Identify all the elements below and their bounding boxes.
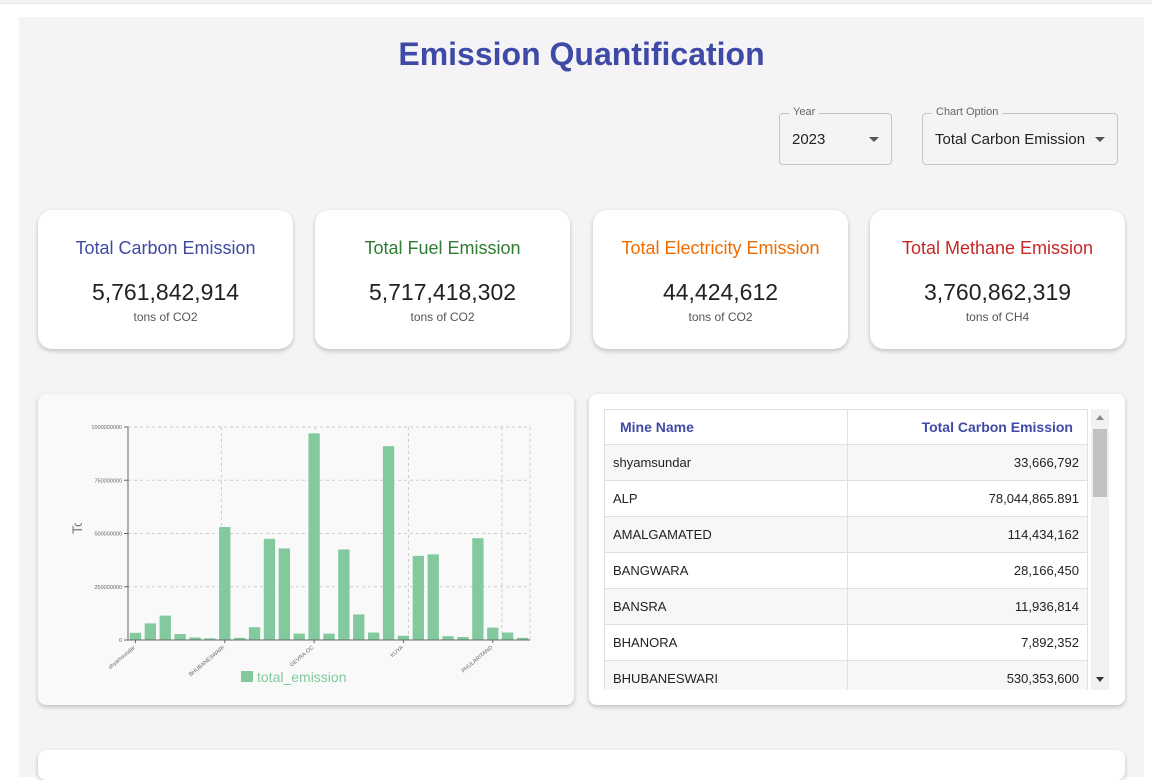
chart-bar — [159, 615, 171, 640]
bottom-card — [38, 750, 1125, 780]
y-tick-label: 750000000 — [94, 478, 122, 484]
table-card: Mine Name Total Carbon Emission shyamsun… — [589, 394, 1125, 705]
cell-mine-name: ALP — [604, 480, 848, 517]
cell-emission: 11,936,814 — [847, 588, 1088, 625]
card-total-carbon: Total Carbon Emission 5,761,842,914 tons… — [38, 210, 293, 349]
y-tick-label: 500000000 — [94, 532, 122, 538]
chevron-down-icon — [1095, 137, 1105, 142]
card-unit: tons of CO2 — [688, 310, 753, 324]
card-value: 3,760,862,319 — [923, 279, 1072, 305]
card-total-fuel: Total Fuel Emission 5,717,418,302 tons o… — [315, 210, 570, 349]
card-title: Total Carbon Emission — [75, 238, 256, 258]
cell-mine-name: BHANORA — [604, 624, 848, 661]
card-title: Total Fuel Emission — [364, 238, 521, 258]
chart-bar — [248, 627, 261, 640]
y-tick-label: 0 — [119, 638, 122, 644]
chart-option-value: Total Carbon Emission — [935, 131, 1086, 148]
year-select-label: Year — [789, 106, 820, 118]
x-tick-label: KUYA — [390, 645, 405, 659]
chart-bar — [382, 446, 395, 640]
card-unit: tons of CO2 — [410, 310, 475, 324]
cell-emission: 78,044,865.891 — [847, 480, 1088, 517]
cell-mine-name: BANGWARA — [604, 552, 848, 589]
scroll-down-arrow-icon[interactable] — [1096, 677, 1104, 682]
table-row: shyamsundar 33,666,792 — [604, 444, 1088, 481]
emission-bar-chart: 0 250000000 500000000 750000000 1000000000 sh… — [69, 410, 531, 685]
legend-swatch — [241, 671, 253, 682]
card-value: 5,761,842,914 — [91, 279, 240, 305]
cell-mine-name: AMALGAMATED — [604, 516, 848, 553]
card-total-methane: Total Methane Emission 3,760,862,319 ton… — [870, 210, 1125, 349]
card-value: 44,424,612 — [662, 279, 779, 305]
legend-label: total_emission — [257, 669, 347, 685]
y-axis-label: Total Carbon Emissi — [69, 410, 85, 535]
cell-mine-name: shyamsundar — [604, 444, 848, 481]
card-title: Total Methane Emission — [901, 238, 1094, 258]
chart-bar — [487, 627, 499, 640]
card-total-electricity: Total Electricity Emission 44,424,612 to… — [593, 210, 848, 349]
chart-bar — [502, 632, 514, 640]
chart-bar — [412, 555, 424, 640]
chart-bar — [308, 433, 320, 640]
cell-emission: 7,892,352 — [847, 624, 1088, 661]
chart-bar — [368, 632, 380, 640]
table-scrollbar[interactable] — [1091, 409, 1109, 690]
page-title: Emission Quantification — [398, 36, 765, 72]
table-row: BANSRA 11,936,814 — [604, 588, 1088, 625]
mine-emission-table: Mine Name Total Carbon Emission shyamsun… — [604, 409, 1088, 690]
chart-bar — [174, 634, 186, 640]
table-header-row: Mine Name Total Carbon Emission — [604, 409, 1088, 445]
chart-bar — [353, 614, 365, 640]
chart-bar — [219, 527, 231, 640]
column-header-mine-name[interactable]: Mine Name — [604, 409, 848, 445]
chart-bar — [472, 538, 484, 640]
table-row: AMALGAMATED 114,434,162 — [604, 516, 1088, 553]
chart-bar — [338, 549, 350, 640]
chart-bar — [397, 635, 410, 640]
cell-emission: 114,434,162 — [847, 516, 1088, 553]
table-row: BANGWARA 28,166,450 — [604, 552, 1088, 589]
x-tick-label: GEVRA-OC — [289, 645, 315, 668]
table-row: ALP 78,044,865.891 — [604, 480, 1088, 517]
cell-mine-name: BANSRA — [604, 588, 848, 625]
cell-mine-name: BHUBANESWARI — [604, 660, 848, 690]
chart-bar — [427, 554, 439, 640]
cell-emission: 530,353,600 — [847, 660, 1088, 690]
chart-card: 0 250000000 500000000 750000000 1000000000 sh… — [38, 394, 574, 705]
x-tick-label: PHULARITAND — [461, 645, 494, 674]
chart-bar — [293, 633, 305, 640]
year-select[interactable]: Year 2023 — [779, 106, 892, 165]
year-select-value: 2023 — [792, 131, 826, 148]
chart-bar — [278, 548, 290, 640]
card-title: Total Electricity Emission — [621, 238, 820, 258]
card-unit: tons of CO2 — [133, 310, 198, 324]
column-header-total-carbon[interactable]: Total Carbon Emission — [847, 409, 1088, 445]
top-border — [0, 0, 1152, 4]
chart-option-select[interactable]: Chart Option Total Carbon Emission — [922, 106, 1118, 165]
chart-bar — [129, 632, 142, 640]
cell-emission: 33,666,792 — [847, 444, 1088, 481]
x-tick-label: shyamsundar — [108, 645, 137, 671]
chevron-down-icon — [869, 137, 879, 142]
y-tick-label: 250000000 — [94, 585, 122, 591]
scroll-up-arrow-icon[interactable] — [1096, 415, 1104, 420]
chart-option-label: Chart Option — [932, 106, 1003, 118]
chart-bar — [442, 636, 454, 640]
table-row: BHUBANESWARI 530,353,600 — [604, 660, 1088, 690]
x-tick-label: BHUBANESWARI — [188, 645, 226, 678]
table-scroll-area[interactable]: Mine Name Total Carbon Emission shyamsun… — [604, 409, 1110, 690]
y-tick-label: 1000000000 — [91, 425, 122, 431]
cell-emission: 28,166,450 — [847, 552, 1088, 589]
chart-bar — [263, 538, 276, 640]
chart-bar — [144, 623, 156, 640]
table-row: BHANORA 7,892,352 — [604, 624, 1088, 661]
card-unit: tons of CH4 — [965, 310, 1030, 324]
card-value: 5,717,418,302 — [368, 279, 517, 305]
chart-bar — [323, 633, 335, 640]
scrollbar-thumb[interactable] — [1093, 429, 1107, 497]
